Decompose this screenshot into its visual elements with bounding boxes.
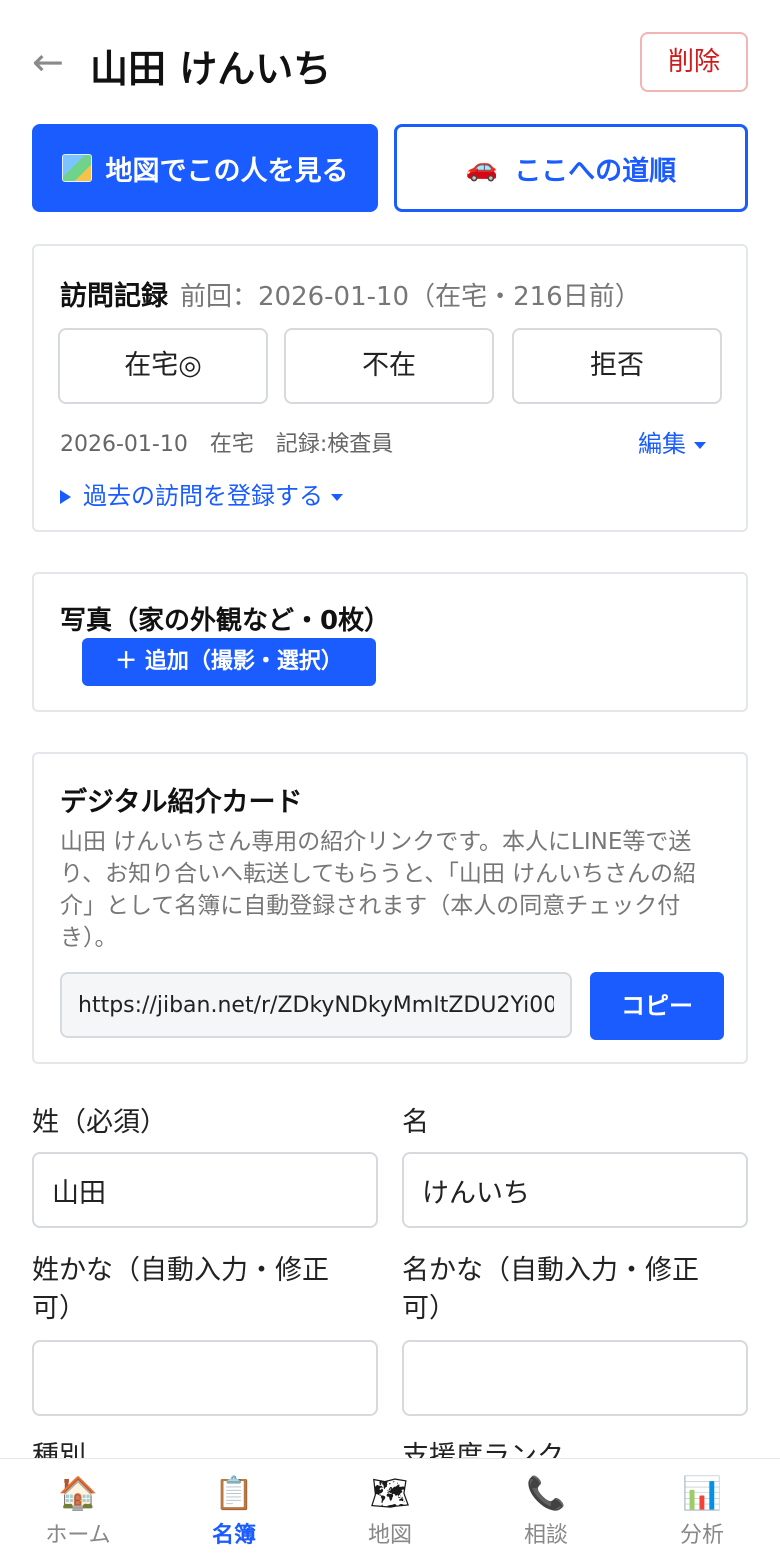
visit-option-home[interactable]: 在宅◎ [58,328,268,404]
tab-map-label: 地図 [367,1523,412,1548]
past-visit-label: 過去の訪問を登録する [83,482,323,510]
delete-button[interactable]: 削除 [640,32,748,92]
caret-down-icon [331,493,343,501]
register-past-visit-link[interactable]: 過去の訪問を登録する [60,476,343,511]
photos-title: 写真（家の外観など・0枚） [60,606,391,636]
tab-roster[interactable]: 📋 名簿 [156,1473,312,1553]
visit-header: 訪問記録 前回：2026-01-10（在宅・216日前） [60,274,641,313]
tab-roster-label: 名簿 [211,1523,256,1548]
previous-visit: 前回：2026-01-10（在宅・216日前） [180,282,641,312]
visit-record-card: 訪問記録 前回：2026-01-10（在宅・216日前） 在宅◎ 不在 拒否 20… [32,244,748,532]
tab-analytics-label: 分析 [679,1523,724,1548]
map-icon: 🗺 [369,1474,411,1512]
referral-title: デジタル紹介カード [60,787,303,818]
bottom-tab-bar: 🏠 ホーム 📋 名簿 🗺 地図 📞 相談 📊 分析 [0,1458,780,1560]
action-buttons: 地図でこの人を見る 🚗 ここへの道順 [32,124,748,212]
visit-option-refused[interactable]: 拒否 [512,328,722,404]
edit-dropdown[interactable]: 編集 [638,424,706,459]
tab-home-label: ホーム [45,1523,111,1548]
view-on-map-button[interactable]: 地図でこの人を見る [32,124,378,212]
referral-card: デジタル紹介カード 山田 けんいちさん専用の紹介リンクです。本人にLINE等で送… [32,752,748,1064]
phone-icon: 📞 [526,1474,566,1512]
visit-title: 訪問記録 [60,281,168,312]
home-icon: 🏠 [58,1474,98,1512]
last-name-label: 姓（必須） [32,1107,167,1138]
add-photo-button[interactable]: ＋ 追加（撮影・選択） [82,638,376,686]
directions-label: ここへの道順 [514,155,677,187]
last-name-input[interactable] [32,1152,378,1228]
tab-home[interactable]: 🏠 ホーム [0,1473,156,1553]
visit-record-entry: 2026-01-10 在宅 記録:検査員 [60,432,394,457]
triangle-right-icon [60,490,71,504]
first-name-label: 名 [402,1107,429,1138]
view-on-map-label: 地図でこの人を見る [105,155,349,187]
referral-description: 山田 けんいちさん専用の紹介リンクです。本人にLINE等で送り、お知り合いへ転送… [60,829,697,951]
tab-consult[interactable]: 📞 相談 [468,1473,624,1553]
back-arrow-icon[interactable]: ← [32,42,72,82]
page-title: 山田 けんいち [90,47,332,91]
tab-consult-label: 相談 [523,1523,568,1548]
caret-down-icon [694,441,706,449]
last-kana-label: 姓かな（自動入力・修正可） [32,1255,329,1324]
first-kana-label: 名かな（自動入力・修正可） [402,1255,699,1324]
tab-analytics[interactable]: 📊 分析 [624,1473,780,1553]
first-kana-input[interactable] [402,1340,748,1416]
chart-icon: 📊 [682,1474,722,1512]
visit-option-absent[interactable]: 不在 [284,328,494,404]
page-header: ← 山田 けんいち 削除 [32,30,748,94]
car-icon: 🚗 [465,153,499,183]
first-name-input[interactable] [402,1152,748,1228]
tab-map[interactable]: 🗺 地図 [312,1473,468,1553]
copy-button[interactable]: コピー [590,972,724,1040]
last-kana-input[interactable] [32,1340,378,1416]
directions-button[interactable]: 🚗 ここへの道順 [394,124,748,212]
clipboard-icon: 📋 [214,1474,254,1512]
edit-label: 編集 [638,430,686,458]
referral-link-field[interactable] [60,972,572,1038]
map-icon [61,154,92,182]
photos-card: 写真（家の外観など・0枚） ＋ 追加（撮影・選択） [32,572,748,712]
